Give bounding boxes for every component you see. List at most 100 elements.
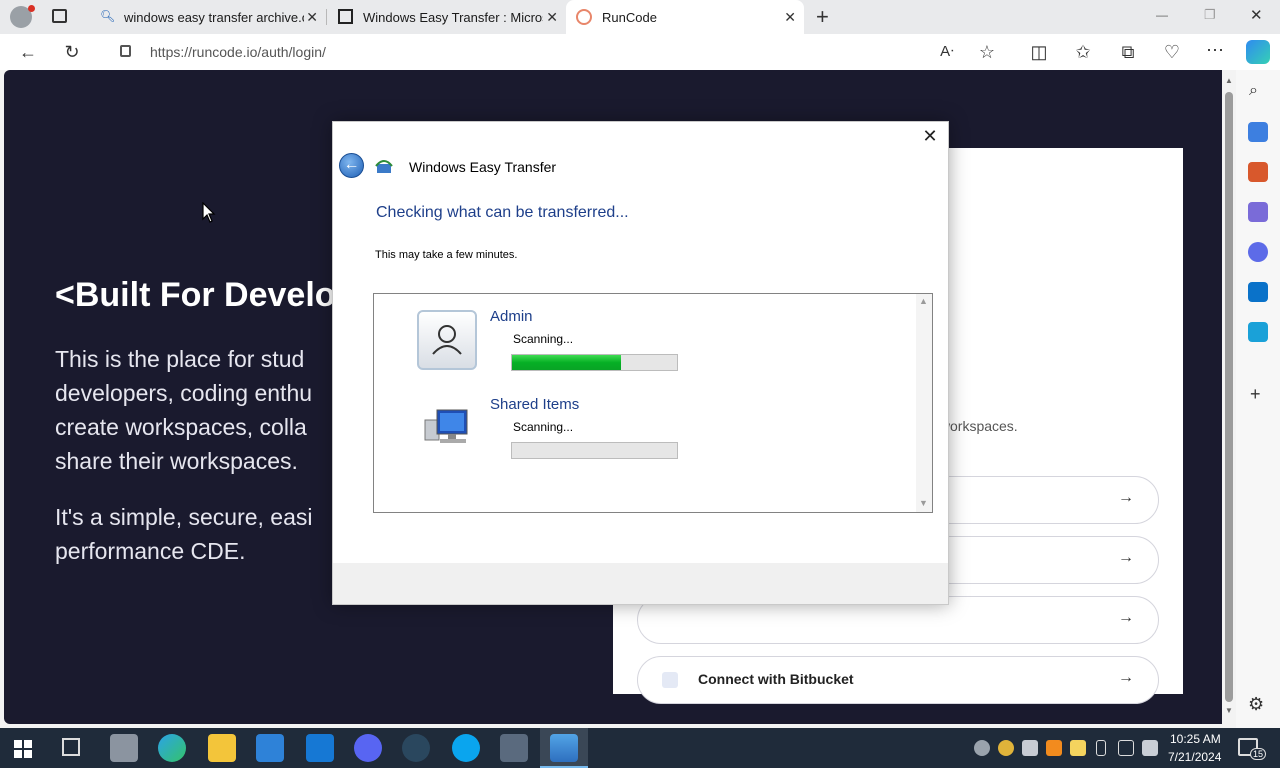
windows-start-icon[interactable] [14,740,32,758]
mouse-cursor-icon [202,202,216,223]
close-window-button[interactable]: ✕ [1250,6,1263,24]
send-icon[interactable] [1248,322,1268,342]
file-explorer-icon[interactable] [208,734,236,762]
item-name: Admin [490,308,533,325]
edge-icon[interactable] [158,734,186,762]
easy-transfer-dialog: ✕ ← Windows Easy Transfer Checking what … [332,121,949,605]
easy-transfer-taskbar-button[interactable] [540,728,588,768]
scroll-thumb[interactable] [1225,92,1233,702]
back-icon[interactable]: ← [16,40,40,64]
browser-essentials-icon[interactable]: ♡ [1160,40,1184,64]
runcode-favicon-icon [576,9,592,25]
item-status: Scanning... [513,332,574,346]
hero-line: create workspaces, colla [55,414,307,440]
tools-icon[interactable] [1248,162,1268,182]
read-aloud-icon[interactable]: Aᐧ [935,40,959,64]
lock-icon [120,45,131,57]
scroll-up-icon[interactable]: ▲ [1225,76,1233,85]
refresh-icon[interactable]: ↻ [60,40,84,64]
computer-icon [424,409,468,443]
chrome-tray-icon[interactable] [998,740,1014,756]
tab-label: Windows Easy Transfer : Microso [363,9,543,25]
item-status: Scanning... [513,420,574,434]
arrow-right-icon: → [1118,489,1134,506]
games-icon[interactable] [1248,202,1268,222]
tab-runcode[interactable]: RunCode ✕ [566,0,804,34]
discord-tray-icon[interactable] [1022,740,1038,756]
easy-transfer-taskbar-icon [550,734,578,762]
progress-fill [512,355,621,370]
taskbar-app-icon[interactable] [110,734,138,762]
url-text[interactable]: https://runcode.io/auth/login/ [150,44,326,60]
shopping-tag-icon[interactable] [1248,122,1268,142]
tab-separator [326,9,327,25]
volume-muted-icon[interactable] [1142,740,1158,756]
scroll-up-icon[interactable]: ▲ [919,296,928,306]
network-tray-icon[interactable] [1118,740,1134,756]
address-bar[interactable]: https://runcode.io/auth/login/ [104,38,924,66]
page-scrollbar[interactable]: ▲ ▼ [1222,70,1236,724]
split-screen-icon[interactable]: ◫ [1027,40,1051,64]
profile-notification-dot [28,5,35,12]
battery-tray-icon[interactable] [1096,740,1106,756]
dialog-close-button[interactable]: ✕ [920,126,940,147]
skype-icon[interactable] [452,734,480,762]
clock-date[interactable]: 7/21/2024 [1168,750,1221,764]
favorites-icon[interactable]: ✩ [1071,40,1095,64]
sidebar-settings-icon[interactable]: ⚙ [1248,694,1264,715]
copilot-icon[interactable] [1246,40,1270,64]
button-label: Connect with Bitbucket [698,671,854,687]
archive-favicon-icon [338,9,353,24]
scroll-down-icon[interactable]: ▼ [919,498,928,508]
clock-time[interactable]: 10:25 AM [1170,732,1221,746]
task-view-icon[interactable] [62,738,80,756]
notification-count-badge: 15 [1250,748,1267,760]
dialog-footer [333,563,948,604]
tab-search[interactable]: 🔍︎ windows easy transfer archive.or ✕ [90,0,326,34]
admin-progress-bar [511,354,678,371]
windows-taskbar: 10:25 AM 7/21/2024 15 [0,728,1280,768]
hero-line: It's a simple, secure, easi [55,504,313,530]
scan-list: Admin Scanning... Shared Items Scanning.… [373,293,933,513]
arrow-right-icon: → [1118,549,1134,566]
navigation-bar: ← ↻ https://runcode.io/auth/login/ Aᐧ ☆ … [0,34,1280,70]
connect-bitbucket-button[interactable]: Connect with Bitbucket → [637,656,1159,704]
outlook-icon[interactable] [1248,282,1268,302]
favorite-star-icon[interactable]: ☆ [975,40,999,64]
tab-microsoft[interactable]: Windows Easy Transfer : Microso ✕ [330,0,566,34]
mail-icon[interactable] [306,734,334,762]
new-tab-button[interactable]: + [816,4,829,30]
tab-actions-icon[interactable] [52,9,67,23]
hero-title: <Built For Develo [55,276,336,314]
sidebar-search-icon[interactable]: ⌕ [1249,82,1258,100]
microsoft-365-icon[interactable] [1248,242,1268,262]
calculator-icon[interactable] [500,734,528,762]
microsoft-store-icon[interactable] [256,734,284,762]
item-name: Shared Items [490,396,580,413]
restore-button[interactable]: ❐ [1204,7,1216,23]
hero-line: performance CDE. [55,538,246,564]
back-arrow-icon[interactable]: ← [339,153,364,178]
dialog-title: Windows Easy Transfer [409,159,557,175]
close-tab-icon[interactable]: ✕ [784,9,796,26]
steam-icon[interactable] [402,734,430,762]
close-tab-icon[interactable]: ✕ [306,9,318,26]
shared-items-progress-bar [511,442,678,459]
bitbucket-icon [662,672,678,688]
add-sidebar-app-icon[interactable]: + [1250,384,1261,405]
list-scrollbar[interactable]: ▲ ▼ [916,294,932,512]
user-account-icon [417,310,477,370]
more-menu-icon[interactable]: ⋯ [1203,38,1227,62]
security-tray-icon[interactable] [1070,740,1086,756]
close-tab-icon[interactable]: ✕ [546,9,558,26]
search-tray-icon[interactable] [1046,740,1062,756]
skype-tray-icon[interactable] [974,740,990,756]
dialog-note: This may take a few minutes. [375,249,518,261]
minimize-button[interactable]: — [1156,8,1168,22]
browser-sidebar: ⌕ + ⚙ [1236,70,1280,728]
tab-label: RunCode [602,9,657,25]
collections-icon[interactable]: ⧉ [1116,40,1140,64]
hero-line: share their workspaces. [55,448,298,474]
scroll-down-icon[interactable]: ▼ [1225,706,1233,715]
discord-icon[interactable] [354,734,382,762]
